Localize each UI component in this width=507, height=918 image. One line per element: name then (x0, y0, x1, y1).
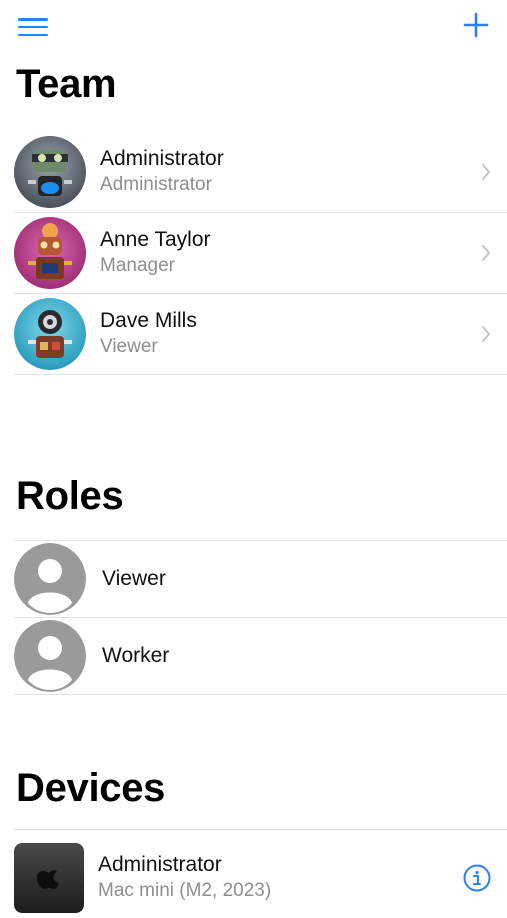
member-role: Manager (100, 255, 175, 276)
robot-avatar (14, 298, 86, 370)
member-role: Administrator (100, 174, 212, 195)
info-icon[interactable] (463, 864, 491, 892)
chevron-right-icon (482, 245, 490, 261)
team-member-anne-taylor[interactable]: Anne Taylor Manager (14, 213, 507, 294)
roles-section-title: Roles (16, 474, 124, 518)
role-worker[interactable]: Worker (14, 618, 507, 695)
team-section-title: Team (16, 62, 117, 106)
member-name: Administrator (100, 147, 224, 170)
person-placeholder-icon (14, 543, 86, 615)
devices-section-title: Devices (16, 766, 166, 810)
robot-avatar (14, 217, 86, 289)
roles-list: Viewer Worker (0, 541, 507, 695)
role-viewer[interactable]: Viewer (14, 541, 507, 618)
devices-list: Administrator Mac mini (M2, 2023) (0, 838, 507, 918)
role-label: Worker (102, 644, 170, 667)
team-list: Administrator Administrator Anne Taylor … (0, 132, 507, 375)
top-bar (0, 0, 507, 56)
plus-icon[interactable] (463, 12, 489, 38)
section-divider (14, 829, 507, 830)
chevron-right-icon (482, 164, 490, 180)
device-name: Administrator (98, 853, 222, 876)
robot-avatar (14, 136, 86, 208)
member-name: Anne Taylor (100, 228, 211, 251)
device-administrator[interactable]: Administrator Mac mini (M2, 2023) (14, 838, 507, 918)
member-name: Dave Mills (100, 309, 197, 332)
person-placeholder-icon (14, 620, 86, 692)
hamburger-menu-icon[interactable] (18, 18, 48, 36)
team-member-administrator[interactable]: Administrator Administrator (14, 132, 507, 213)
team-member-dave-mills[interactable]: Dave Mills Viewer (14, 294, 507, 375)
chevron-right-icon (482, 326, 490, 342)
device-model: Mac mini (M2, 2023) (98, 880, 272, 901)
mac-mini-icon (14, 843, 84, 913)
member-role: Viewer (100, 336, 158, 357)
role-label: Viewer (102, 567, 166, 590)
